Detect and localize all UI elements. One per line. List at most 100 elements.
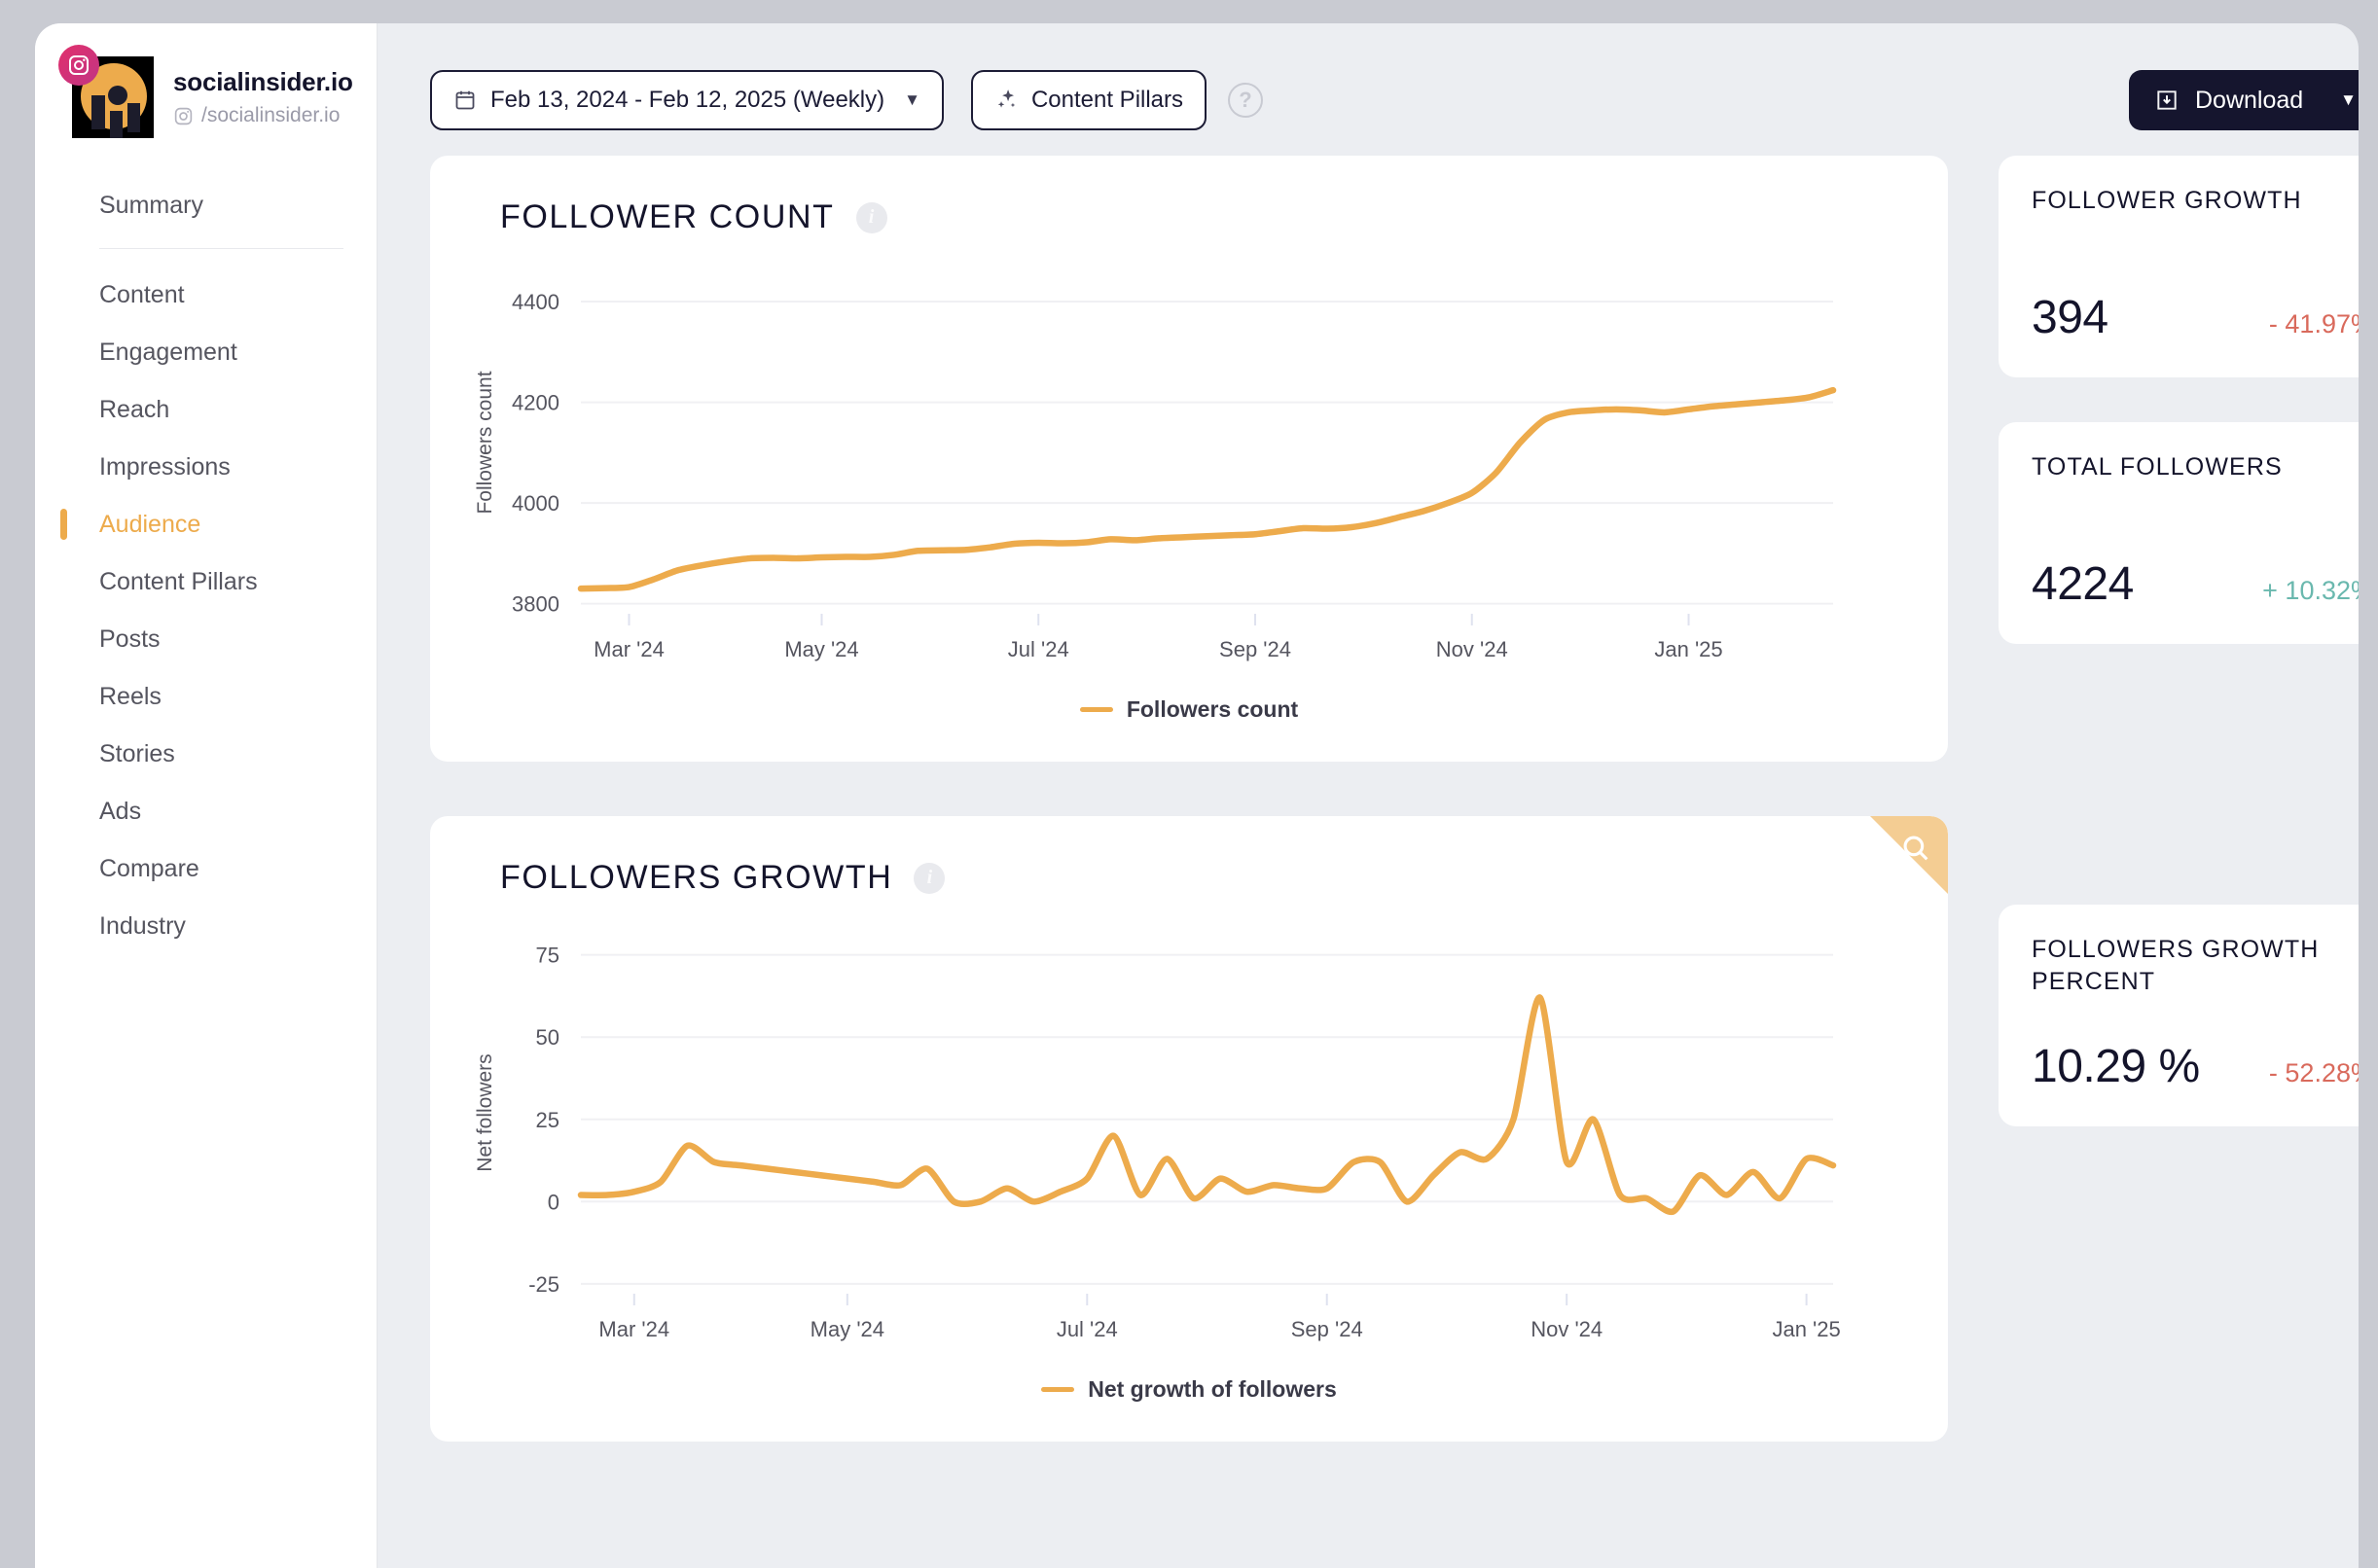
charts-column: FOLLOWER COUNT i 3800 4000 4200 4400 Mar '24… xyxy=(430,156,1948,1496)
instagram-badge-icon xyxy=(58,45,99,86)
metric-value: 394 xyxy=(2032,292,2108,343)
followers-growth-card: FOLLOWERS GROWTH i -25 0 25 50 75 Mar '24 May … xyxy=(430,816,1948,1442)
legend-label: Followers count xyxy=(1126,696,1299,722)
svg-text:Jan '25: Jan '25 xyxy=(1654,637,1722,661)
content-area: FOLLOWER COUNT i 3800 4000 4200 4400 Mar '24… xyxy=(378,130,2359,1496)
help-icon-left[interactable]: ? xyxy=(1228,83,1264,118)
metric-delta-text: - 52.28% xyxy=(2268,1058,2359,1087)
chevron-down-icon: ▼ xyxy=(2340,90,2357,109)
legend-swatch xyxy=(1079,707,1113,712)
app-window: socialinsider.io /socialinsider.io Summa… xyxy=(35,23,2359,1568)
profile-header: socialinsider.io /socialinsider.io xyxy=(35,23,377,138)
content-pillars-label: Content Pillars xyxy=(1030,87,1184,113)
sidebar-item-label: Summary xyxy=(99,192,203,219)
legend-label: Net growth of followers xyxy=(1088,1376,1337,1402)
sidebar-item-label: Impressions xyxy=(99,453,231,481)
search-icon[interactable] xyxy=(1899,832,1932,865)
sidebar-item-label: Posts xyxy=(99,625,161,653)
svg-text:3800: 3800 xyxy=(512,592,559,617)
sidebar-item-content[interactable]: Content xyxy=(35,267,377,324)
svg-text:Nov '24: Nov '24 xyxy=(1531,1317,1603,1341)
svg-text:-25: -25 xyxy=(528,1272,559,1297)
sidebar-item-label: Stories xyxy=(99,740,175,767)
sidebar-item-label: Content Pillars xyxy=(99,568,258,595)
sidebar-item-ads[interactable]: Ads xyxy=(35,783,377,840)
sidebar-item-posts[interactable]: Posts xyxy=(35,611,377,668)
svg-text:May '24: May '24 xyxy=(784,637,858,661)
svg-text:Jan '25: Jan '25 xyxy=(1772,1317,1840,1341)
followers-growth-plot: -25 0 25 50 75 Mar '24 May '24 Jul '24 Sep '24 No… xyxy=(430,897,1948,1369)
sidebar-item-content-pillars[interactable]: Content Pillars xyxy=(35,553,377,611)
svg-text:Net followers: Net followers xyxy=(474,1053,496,1171)
metric-foot: 4224 + 10.32% xyxy=(2032,557,2359,611)
sidebar-nav: Summary Content Engagement Reach Impressions… xyxy=(35,177,377,955)
svg-text:May '24: May '24 xyxy=(811,1317,884,1341)
metrics-column: FOLLOWER GROWTHi 394 - 41.97% TOTAL FOLLOWE… xyxy=(1999,156,2359,1496)
svg-text:0: 0 xyxy=(548,1190,559,1214)
metric-title: FOLLOWER GROWTH xyxy=(2032,187,2302,214)
instagram-icon xyxy=(174,107,193,125)
sidebar-item-audience[interactable]: Audience xyxy=(35,496,377,553)
sidebar-item-label: Engagement xyxy=(99,339,237,366)
metric-foot: 394 - 41.97% xyxy=(2032,291,2359,344)
info-icon[interactable]: i xyxy=(855,201,887,233)
follower-count-legend: Followers count xyxy=(430,689,1948,762)
metric-delta: + 10.32% xyxy=(2262,576,2359,606)
sidebar-item-engagement[interactable]: Engagement xyxy=(35,324,377,381)
svg-text:Followers count: Followers count xyxy=(474,371,496,514)
sparkles-icon xyxy=(997,89,1016,108)
calendar-icon xyxy=(455,90,475,110)
info-icon[interactable]: i xyxy=(914,862,946,894)
metric-delta: - 52.28% xyxy=(2269,1058,2359,1088)
content-pillars-button[interactable]: Content Pillars xyxy=(970,70,1207,130)
metric-card: TOTAL FOLLOWERSi 4224 + 10.32% xyxy=(1999,422,2359,644)
followers-growth-legend: Net growth of followers xyxy=(430,1369,1948,1442)
sidebar-item-summary[interactable]: Summary xyxy=(35,177,377,234)
metric-delta: - 41.97% xyxy=(2269,309,2359,339)
svg-text:4200: 4200 xyxy=(512,391,559,415)
follower-count-card: FOLLOWER COUNT i 3800 4000 4200 4400 Mar '24… xyxy=(430,156,1948,762)
metric-delta-text: + 10.32% xyxy=(2262,576,2359,605)
metric-value: 4224 xyxy=(2032,558,2134,610)
metric-title: TOTAL FOLLOWERS xyxy=(2032,453,2283,481)
metric-foot: 10.29 % - 52.28% xyxy=(2032,1040,2359,1093)
follower-count-plot: 3800 4000 4200 4400 Mar '24 May '24 Jul '24 Sep… xyxy=(430,236,1948,689)
follower-count-title: FOLLOWER COUNT xyxy=(500,198,835,235)
download-icon xyxy=(2157,90,2177,110)
profile-handle-text: /socialinsider.io xyxy=(201,104,341,126)
sidebar-divider xyxy=(99,248,343,249)
metric-head: FOLLOWERS GROWTH PERCENTi xyxy=(2032,934,2359,999)
sidebar-item-reels[interactable]: Reels xyxy=(35,668,377,726)
sidebar-item-industry[interactable]: Industry xyxy=(35,898,377,955)
sidebar-item-label: Content xyxy=(99,281,185,308)
chevron-down-icon: ▼ xyxy=(904,90,920,109)
sidebar-item-label: Reels xyxy=(99,683,162,710)
svg-text:Mar '24: Mar '24 xyxy=(598,1317,669,1341)
svg-text:Sep '24: Sep '24 xyxy=(1219,637,1291,661)
download-button[interactable]: Download ▼ xyxy=(2128,70,2359,130)
profile-name: socialinsider.io xyxy=(173,67,353,96)
metric-value: 10.29 % xyxy=(2032,1041,2200,1092)
svg-text:Jul '24: Jul '24 xyxy=(1057,1317,1118,1341)
sidebar-item-stories[interactable]: Stories xyxy=(35,726,377,783)
sidebar-item-impressions[interactable]: Impressions xyxy=(35,439,377,496)
sidebar-item-label: Ads xyxy=(99,798,142,825)
svg-text:4400: 4400 xyxy=(512,290,559,314)
svg-text:4000: 4000 xyxy=(512,491,559,516)
sidebar-item-compare[interactable]: Compare xyxy=(35,840,377,898)
metric-delta-text: - 41.97% xyxy=(2268,309,2359,339)
avatar xyxy=(58,45,154,138)
metric-head: FOLLOWER GROWTHi xyxy=(2032,185,2359,217)
date-range-label: Feb 13, 2024 - Feb 12, 2025 (Weekly) xyxy=(490,87,885,113)
svg-text:50: 50 xyxy=(536,1025,559,1050)
metric-card: FOLLOWER GROWTHi 394 - 41.97% xyxy=(1999,156,2359,377)
svg-text:Jul '24: Jul '24 xyxy=(1008,637,1069,661)
svg-text:75: 75 xyxy=(536,944,559,968)
sidebar-item-reach[interactable]: Reach xyxy=(35,381,377,439)
svg-text:Mar '24: Mar '24 xyxy=(594,637,665,661)
followers-growth-title: FOLLOWERS GROWTH xyxy=(500,859,893,896)
date-range-picker[interactable]: Feb 13, 2024 - Feb 12, 2025 (Weekly) ▼ xyxy=(430,70,944,130)
sidebar-item-label: Industry xyxy=(99,912,186,940)
sidebar-item-label: Reach xyxy=(99,396,170,423)
main-area: Feb 13, 2024 - Feb 12, 2025 (Weekly) ▼ C… xyxy=(378,23,2359,1568)
